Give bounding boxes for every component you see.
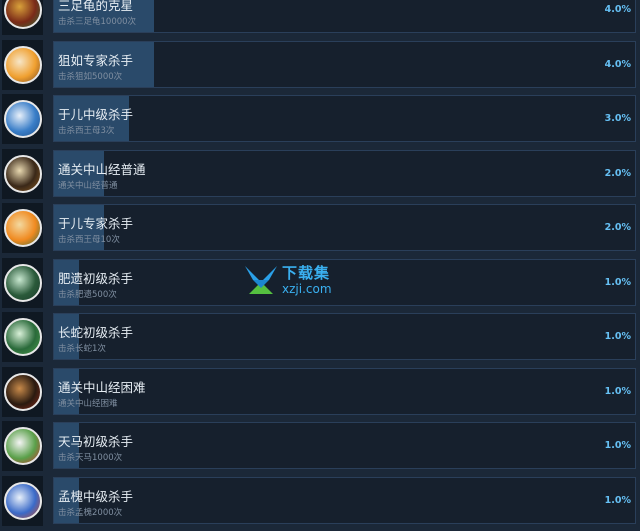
achievement-unlock-percent: 2.0%	[604, 167, 631, 179]
achievement-unlock-percent: 1.0%	[604, 276, 631, 288]
achievement-title: 于儿中级杀手	[58, 107, 134, 122]
achievement-description: 击杀狙如5000次	[58, 71, 123, 82]
achievement-icon-frame	[2, 366, 43, 417]
achievement-title: 通关中山经普通	[58, 161, 146, 177]
achievement-badge-icon	[3, 318, 42, 356]
achievement-panel: 三足龟的克星 击杀三足龟10000次 4.0%	[53, 0, 636, 33]
achievement-badge-icon	[3, 427, 42, 465]
achievement-unlock-percent: 4.0%	[604, 4, 631, 15]
achievement-row[interactable]: 通关中山经普通 通关中山经普通 2.0%	[0, 147, 640, 202]
achievement-badge-icon	[3, 154, 42, 193]
achievement-title: 天马初级杀手	[58, 434, 134, 449]
watermark-en-text: xzji.com	[282, 281, 332, 296]
achievement-icon-frame	[2, 0, 43, 35]
achievement-unlock-percent: 4.0%	[604, 58, 631, 70]
achievement-panel: 于儿专家杀手 击杀西王母10次 2.0%	[53, 204, 636, 251]
achievement-panel: 通关中山经普通 通关中山经普通 2.0%	[53, 149, 636, 197]
achievement-icon-frame	[2, 148, 43, 199]
achievement-row[interactable]: 于儿中级杀手 击杀西王母3次 3.0%	[0, 92, 640, 147]
achievement-panel: 狙如专家杀手 击杀狙如5000次 4.0%	[53, 40, 636, 88]
achievement-title: 三足龟的克星	[58, 0, 134, 13]
achievement-row[interactable]: 天马初级杀手 击杀天马1000次 1.0%	[0, 419, 640, 474]
achievement-unlock-percent: 3.0%	[604, 113, 631, 124]
achievement-row[interactable]: 孟槐中级杀手 击杀孟槐2000次 1.0%	[0, 474, 640, 529]
achievement-icon-frame	[2, 94, 43, 144]
achievement-icon-frame	[2, 475, 43, 526]
achievement-title: 于儿专家杀手	[58, 216, 134, 231]
achievement-badge-icon	[3, 209, 42, 247]
achievement-icon-frame	[2, 257, 43, 308]
watermark-cn-text: 下载集	[282, 263, 331, 282]
achievement-title: 孟槐中级杀手	[58, 488, 134, 504]
achievement-unlock-percent: 1.0%	[604, 385, 631, 397]
achievement-description: 击杀长蛇1次	[58, 344, 106, 354]
watermark-logo-icon	[245, 266, 277, 294]
achievement-badge-icon	[3, 263, 42, 302]
watermark: 下载集 xzji.com	[243, 262, 353, 298]
achievement-unlock-percent: 2.0%	[604, 222, 631, 233]
achievement-panel: 孟槐中级杀手 击杀孟槐2000次 1.0%	[53, 476, 636, 524]
achievement-title: 肥遗初级杀手	[58, 270, 134, 286]
achievement-description: 击杀西王母3次	[58, 126, 115, 136]
achievement-description: 通关中山经困难	[58, 398, 118, 409]
achievement-panel: 长蛇初级杀手 击杀长蛇1次 1.0%	[53, 313, 636, 360]
achievement-row[interactable]: 于儿专家杀手 击杀西王母10次 2.0%	[0, 201, 640, 256]
achievement-description: 击杀西王母10次	[58, 235, 120, 245]
achievement-description: 击杀三足龟10000次	[58, 17, 137, 27]
achievement-icon-frame	[2, 203, 43, 253]
achievement-unlock-percent: 1.0%	[604, 494, 631, 506]
achievement-badge-icon	[3, 100, 42, 138]
achievement-row[interactable]: 狙如专家杀手 击杀狙如5000次 4.0%	[0, 38, 640, 93]
achievement-icon-frame	[2, 39, 43, 90]
achievement-description: 通关中山经普通	[58, 180, 118, 191]
achievement-icon-frame	[2, 312, 43, 362]
achievement-description: 击杀天马1000次	[58, 453, 123, 463]
achievement-panel: 通关中山经困难 通关中山经困难 1.0%	[53, 367, 636, 415]
achievement-description: 击杀肥遗500次	[58, 289, 117, 300]
achievement-title: 通关中山经困难	[58, 379, 146, 395]
achievement-title: 长蛇初级杀手	[58, 325, 134, 340]
achievement-row[interactable]: 通关中山经困难 通关中山经困难 1.0%	[0, 365, 640, 420]
achievement-icon-frame	[2, 421, 43, 471]
achievement-unlock-percent: 1.0%	[604, 331, 631, 342]
achievement-panel: 于儿中级杀手 击杀西王母3次 3.0%	[53, 95, 636, 142]
achievement-title: 狙如专家杀手	[58, 52, 134, 68]
achievement-panel: 天马初级杀手 击杀天马1000次 1.0%	[53, 422, 636, 469]
achievement-badge-icon	[3, 45, 42, 84]
achievement-row[interactable]: 三足龟的克星 击杀三足龟10000次 4.0%	[0, 0, 640, 38]
achievement-badge-icon	[3, 481, 42, 520]
achievement-row[interactable]: 长蛇初级杀手 击杀长蛇1次 1.0%	[0, 310, 640, 365]
achievement-badge-icon	[3, 0, 42, 29]
achievement-description: 击杀孟槐2000次	[58, 507, 123, 518]
achievement-badge-icon	[3, 372, 42, 411]
achievement-unlock-percent: 1.0%	[604, 440, 631, 451]
